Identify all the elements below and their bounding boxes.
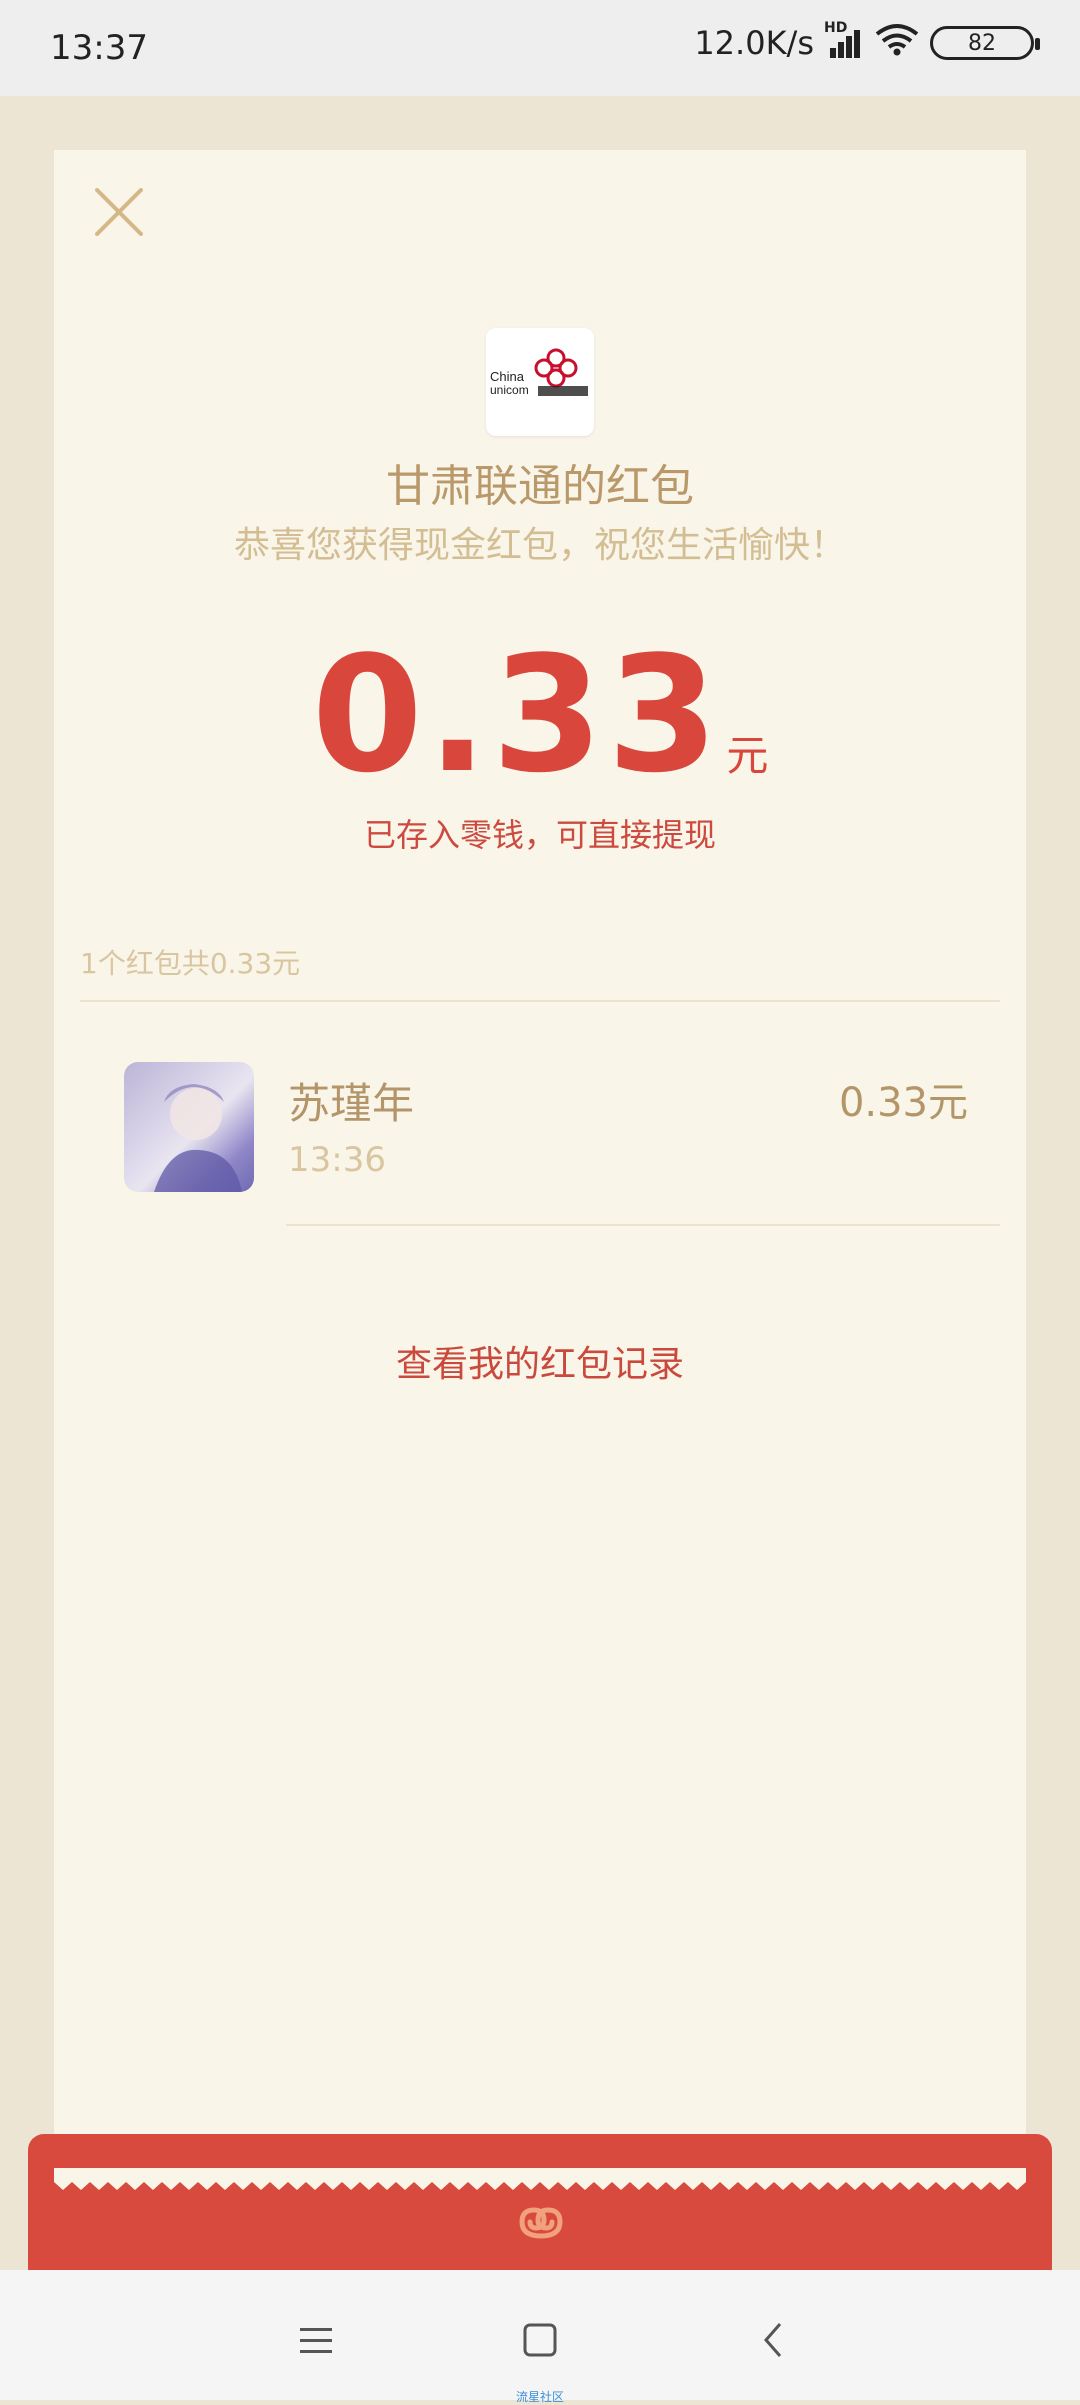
red-packet-card: China unicom 甘肃联通的红包 恭喜您获得现金红包，祝您生活愉快！ 0… xyxy=(54,150,1026,2180)
sender-logo: China unicom xyxy=(486,328,594,436)
recipient-name: 苏瑾年 xyxy=(288,1079,415,1128)
packet-summary: 1个红包共0.33元 xyxy=(80,947,301,980)
wish-text: 恭喜您获得现金红包，祝您生活愉快！ xyxy=(233,525,846,566)
recipient-row[interactable]: 苏瑾年 13:36 0.33元 xyxy=(124,1062,1000,1230)
battery-level: 82 xyxy=(968,30,996,56)
svg-text:unicom: unicom xyxy=(490,383,529,397)
watermark: 流星社区 xyxy=(515,2390,564,2404)
wifi-icon xyxy=(874,22,920,64)
amount-unit: 元 xyxy=(726,731,769,780)
recipient-amount: 0.33元 xyxy=(838,1080,968,1126)
status-time: 13:37 xyxy=(50,28,148,68)
status-bar: 13:37 12.0K/s HD 82 xyxy=(0,0,1080,96)
recipient-time: 13:36 xyxy=(288,1140,386,1180)
amount-value: 0.33 xyxy=(311,621,723,808)
svg-text:China: China xyxy=(490,369,525,384)
status-right: 12.0K/s HD 82 xyxy=(694,20,1040,64)
system-nav-bar: 流星社区 xyxy=(0,2270,1080,2404)
battery-icon: 82 xyxy=(930,26,1040,60)
envelope-zigzag-edge xyxy=(54,2168,1026,2190)
divider xyxy=(286,1224,1000,1226)
back-icon[interactable] xyxy=(744,2310,804,2370)
envelope-emblem-icon xyxy=(519,2207,563,2239)
signal-icon: HD xyxy=(824,20,864,60)
menu-icon[interactable] xyxy=(286,2310,346,2370)
avatar[interactable] xyxy=(124,1062,254,1192)
amount-display: 0.33元 xyxy=(54,620,1026,810)
network-speed: 12.0K/s xyxy=(694,24,814,62)
divider xyxy=(80,1000,1000,1002)
view-records-link[interactable]: 查看我的红包记录 xyxy=(54,1335,1026,1387)
home-icon[interactable] xyxy=(510,2310,570,2370)
sender-title: 甘肃联通的红包 xyxy=(386,461,694,512)
deposit-note: 已存入零钱，可直接提现 xyxy=(363,816,716,854)
close-icon[interactable] xyxy=(92,185,146,239)
